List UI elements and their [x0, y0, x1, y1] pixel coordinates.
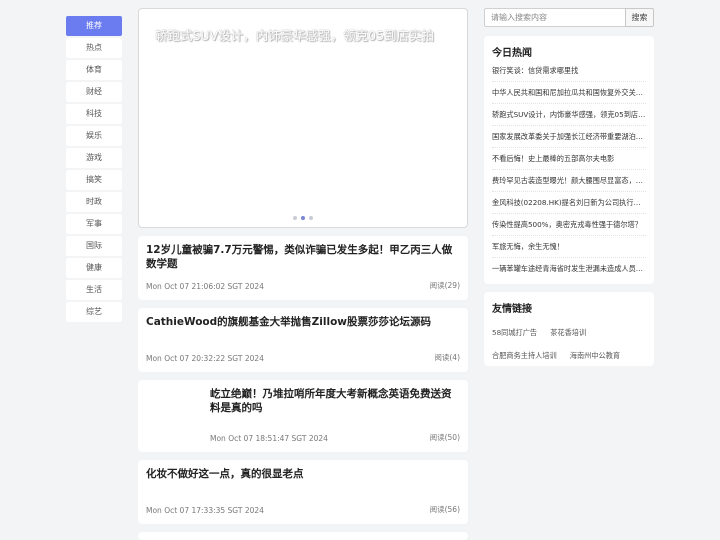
- carousel-dot-1[interactable]: [293, 216, 297, 220]
- hot-news-item[interactable]: 传染性提高500%，奥密克戎毒性强于德尔塔？: [492, 214, 646, 236]
- article-title[interactable]: 12岁儿童被骗7.7万元警惕，类似诈骗已发生多起！甲乙丙三人做数学题: [146, 243, 460, 271]
- nav-item-variety[interactable]: 综艺: [66, 302, 122, 322]
- nav-item-funny[interactable]: 搞笑: [66, 170, 122, 190]
- friend-links-title: 友情链接: [492, 304, 532, 315]
- carousel-dot-2[interactable]: [301, 216, 305, 220]
- nav-item-games[interactable]: 游戏: [66, 148, 122, 168]
- nav-item-finance[interactable]: 财经: [66, 82, 122, 102]
- banner-carousel[interactable]: 轿跑式SUV设计，内饰豪华感强，领克05到店实拍: [138, 8, 468, 228]
- search-button[interactable]: 搜索: [625, 8, 654, 27]
- category-nav: 推荐 热点 体育 财经 科技 娱乐 游戏 搞笑 时政 军事 国际 健康 生活 综…: [66, 16, 122, 324]
- nav-item-tech[interactable]: 科技: [66, 104, 122, 124]
- article-read-count: 阅读(56): [429, 505, 460, 514]
- article-title[interactable]: 屹立绝巅！乃堆拉哨所年度大考新概念英语免费送资料是真的吗: [210, 387, 460, 415]
- friend-link[interactable]: 海南州中公教育: [570, 346, 620, 366]
- hot-news-item[interactable]: 银行笑谈：信贷需求哪里找: [492, 60, 646, 82]
- article-read-count: 阅读(50): [429, 433, 460, 442]
- hot-news-item[interactable]: 国家发展改革委关于加强长江经济带重要湖泊保护: [492, 126, 646, 148]
- hot-news-item[interactable]: 不看后悔！史上最棒的五部高尔夫电影: [492, 148, 646, 170]
- friend-links-panel: 友情链接 58同城打广告 茶花香培训 合肥商务主持人培训 海南州中公教育: [484, 292, 654, 366]
- article-card[interactable]: 化妆不做好这一点，真的很显老点 Mon Oct 07 17:33:35 SGT …: [138, 460, 468, 524]
- nav-item-health[interactable]: 健康: [66, 258, 122, 278]
- friend-link[interactable]: 茶花香培训: [550, 323, 586, 343]
- friend-link[interactable]: 58同城打广告: [492, 323, 537, 343]
- article-time: Mon Oct 07 21:06:02 SGT 2024: [146, 282, 264, 291]
- nav-item-politics[interactable]: 时政: [66, 192, 122, 212]
- search-input[interactable]: [484, 8, 626, 27]
- hot-news-item[interactable]: 金风科技(02208.HK)提名刘日新为公司执行董事: [492, 192, 646, 214]
- hot-news-title: 今日热闻: [492, 48, 532, 59]
- hot-news-item[interactable]: 中华人民共和国和尼加拉瓜共和国恢复外交关系联合公报: [492, 82, 646, 104]
- carousel-dots: [139, 216, 467, 220]
- article-card[interactable]: 屹立绝巅！乃堆拉哨所年度大考新概念英语免费送资料是真的吗 Mon Oct 07 …: [138, 380, 468, 452]
- nav-item-military[interactable]: 军事: [66, 214, 122, 234]
- nav-item-recommend[interactable]: 推荐: [66, 16, 122, 36]
- nav-item-hot[interactable]: 热点: [66, 38, 122, 58]
- article-time: Mon Oct 07 17:33:35 SGT 2024: [146, 506, 264, 515]
- article-read-count: 阅读(29): [429, 281, 460, 290]
- friend-links-list: 58同城打广告 茶花香培训 合肥商务主持人培训 海南州中公教育: [492, 320, 652, 366]
- hot-news-item[interactable]: 费玲罕见古装造型曝光！颜大腰围尽显富态，红色: [492, 170, 646, 192]
- article-read-count: 阅读(4): [434, 353, 460, 362]
- friend-link[interactable]: 合肥商务主持人培训: [492, 346, 557, 366]
- hot-news-list: 银行笑谈：信贷需求哪里找 中华人民共和国和尼加拉瓜共和国恢复外交关系联合公报 轿…: [492, 60, 646, 280]
- article-card[interactable]: [138, 532, 468, 540]
- banner-caption[interactable]: 轿跑式SUV设计，内饰豪华感强，领克05到店实拍: [155, 25, 455, 44]
- nav-item-life[interactable]: 生活: [66, 280, 122, 300]
- nav-item-international[interactable]: 国际: [66, 236, 122, 256]
- article-time: Mon Oct 07 20:32:22 SGT 2024: [146, 354, 264, 363]
- article-card[interactable]: CathieWood的旗舰基金大举抛售Zillow股票莎莎论坛源码 Mon Oc…: [138, 308, 468, 372]
- hot-news-panel: 今日热闻 银行笑谈：信贷需求哪里找 中华人民共和国和尼加拉瓜共和国恢复外交关系联…: [484, 36, 654, 284]
- hot-news-item[interactable]: 军旅无悔，余生无愧！: [492, 236, 646, 258]
- hot-news-item[interactable]: 一辆苯罐车途经青海省时发生泄漏未造成人员伤亡: [492, 258, 646, 280]
- article-card[interactable]: 12岁儿童被骗7.7万元警惕，类似诈骗已发生多起！甲乙丙三人做数学题 Mon O…: [138, 236, 468, 300]
- article-title[interactable]: 化妆不做好这一点，真的很显老点: [146, 467, 460, 481]
- hot-news-item[interactable]: 轿跑式SUV设计，内饰豪华感强，领克05到店实拍: [492, 104, 646, 126]
- nav-item-entertainment[interactable]: 娱乐: [66, 126, 122, 146]
- carousel-dot-3[interactable]: [309, 216, 313, 220]
- article-title[interactable]: CathieWood的旗舰基金大举抛售Zillow股票莎莎论坛源码: [146, 315, 460, 329]
- nav-item-sports[interactable]: 体育: [66, 60, 122, 80]
- article-time: Mon Oct 07 18:51:47 SGT 2024: [210, 434, 328, 443]
